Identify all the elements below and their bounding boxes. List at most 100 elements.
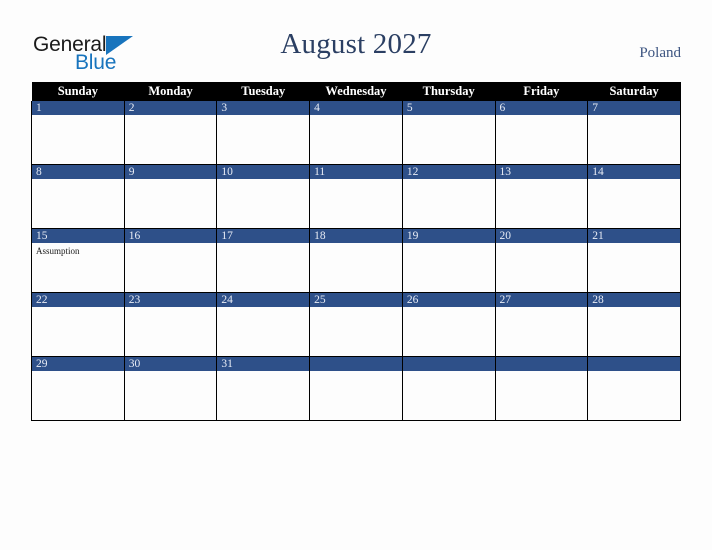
day-number	[402, 357, 495, 371]
day-cell-inner: 20	[495, 229, 588, 292]
calendar-day-cell[interactable]: 11	[309, 164, 403, 229]
day-number	[495, 357, 588, 371]
calendar-day-cell[interactable]: 1	[31, 101, 125, 165]
calendar-empty-cell	[494, 356, 589, 421]
calendar-body: 1 2 3 4 5 6 7 8 9 10 11 12 13 14 15 Assumption 16 17 18 19 2…	[31, 101, 681, 421]
calendar-day-cell[interactable]: 21	[587, 228, 681, 293]
day-events	[588, 307, 680, 310]
calendar-day-cell[interactable]: 29	[31, 356, 125, 421]
calendar-table: Sunday Monday Tuesday Wednesday Thursday Frid…	[31, 82, 681, 421]
calendar-day-cell[interactable]: 10	[216, 164, 311, 229]
day-cell-inner: 6	[495, 101, 588, 164]
day-events	[403, 371, 495, 374]
day-events	[125, 371, 217, 374]
calendar-day-cell[interactable]: 13	[494, 164, 589, 229]
day-cell-inner: 7	[588, 101, 680, 164]
day-events	[125, 115, 217, 118]
day-events	[310, 243, 402, 246]
calendar-day-cell[interactable]: 14	[587, 164, 681, 229]
page-title: August 2027	[280, 28, 432, 60]
day-cell-inner: 19	[402, 229, 495, 292]
day-number: 23	[124, 293, 217, 307]
day-cell-inner: 16	[124, 229, 217, 292]
day-cell-inner: 24	[217, 293, 310, 356]
day-number: 28	[588, 293, 680, 307]
day-number: 11	[310, 165, 402, 179]
calendar-day-cell[interactable]: 23	[123, 292, 218, 357]
calendar-day-cell[interactable]: 18	[309, 228, 403, 293]
day-number: 17	[217, 229, 310, 243]
day-cell-inner	[402, 357, 495, 420]
day-cell-inner: 17	[217, 229, 310, 292]
day-number: 24	[217, 293, 310, 307]
calendar-week-row: 29 30 31	[31, 356, 681, 421]
day-cell-inner: 8	[32, 165, 124, 228]
calendar-day-cell[interactable]: 26	[401, 292, 496, 357]
calendar-day-cell[interactable]: 6	[494, 101, 589, 165]
calendar-day-cell[interactable]: 8	[31, 164, 125, 229]
day-number	[310, 357, 402, 371]
day-events	[588, 115, 680, 118]
calendar-day-cell[interactable]: 7	[587, 101, 681, 165]
calendar-day-cell[interactable]: 15 Assumption	[31, 228, 125, 293]
calendar-day-cell[interactable]: 27	[494, 292, 589, 357]
calendar-day-cell[interactable]: 31	[216, 356, 311, 421]
calendar-day-cell[interactable]: 20	[494, 228, 589, 293]
calendar-day-cell[interactable]: 2	[123, 101, 218, 165]
calendar-day-cell[interactable]: 4	[309, 101, 403, 165]
day-events	[310, 115, 402, 118]
day-number: 30	[124, 357, 217, 371]
day-events	[217, 115, 309, 118]
day-number: 25	[310, 293, 402, 307]
day-cell-inner: 26	[402, 293, 495, 356]
day-events	[403, 179, 495, 182]
day-cell-inner: 31	[217, 357, 310, 420]
calendar-day-cell[interactable]: 12	[401, 164, 496, 229]
day-events	[32, 307, 124, 310]
calendar-empty-cell	[309, 356, 403, 421]
calendar-day-cell[interactable]: 5	[401, 101, 496, 165]
day-events	[217, 179, 309, 182]
day-number: 9	[124, 165, 217, 179]
day-events	[310, 307, 402, 310]
day-number: 3	[217, 101, 310, 115]
day-cell-inner: 11	[310, 165, 402, 228]
holiday-label: Assumption	[36, 246, 80, 256]
day-events	[32, 371, 124, 374]
calendar-header-row: Sunday Monday Tuesday Wednesday Thursday Frid…	[31, 82, 681, 101]
calendar-day-cell[interactable]: 19	[401, 228, 496, 293]
day-cell-inner	[495, 357, 588, 420]
day-number: 21	[588, 229, 680, 243]
day-cell-inner: 29	[32, 357, 124, 420]
day-number: 16	[124, 229, 217, 243]
calendar-day-cell[interactable]: 30	[123, 356, 218, 421]
day-cell-inner: 28	[588, 293, 680, 356]
day-cell-inner: 5	[402, 101, 495, 164]
day-number: 8	[32, 165, 124, 179]
day-events	[32, 115, 124, 118]
calendar-day-cell[interactable]: 24	[216, 292, 311, 357]
weekday-header-sunday: Sunday	[31, 82, 125, 101]
calendar-day-cell[interactable]: 9	[123, 164, 218, 229]
calendar-day-cell[interactable]: 28	[587, 292, 681, 357]
calendar-day-cell[interactable]: 17	[216, 228, 311, 293]
calendar-day-cell[interactable]: 25	[309, 292, 403, 357]
weekday-header-row: Sunday Monday Tuesday Wednesday Thursday Frid…	[31, 82, 681, 101]
day-cell-inner: 3	[217, 101, 310, 164]
day-events: Assumption	[32, 243, 124, 257]
calendar-day-cell[interactable]: 3	[216, 101, 311, 165]
day-number	[588, 357, 680, 371]
day-number: 4	[310, 101, 402, 115]
day-number: 12	[402, 165, 495, 179]
calendar-week-row: 8 9 10 11 12 13 14	[31, 164, 681, 229]
day-events	[403, 307, 495, 310]
weekday-header-wednesday: Wednesday	[309, 82, 403, 101]
day-cell-inner: 15 Assumption	[32, 229, 124, 292]
calendar-day-cell[interactable]: 22	[31, 292, 125, 357]
page-header: General Blue August 2027 Poland	[0, 0, 712, 82]
day-cell-inner: 13	[495, 165, 588, 228]
day-number: 26	[402, 293, 495, 307]
calendar-day-cell[interactable]: 16	[123, 228, 218, 293]
day-events	[496, 307, 588, 310]
day-cell-inner: 21	[588, 229, 680, 292]
